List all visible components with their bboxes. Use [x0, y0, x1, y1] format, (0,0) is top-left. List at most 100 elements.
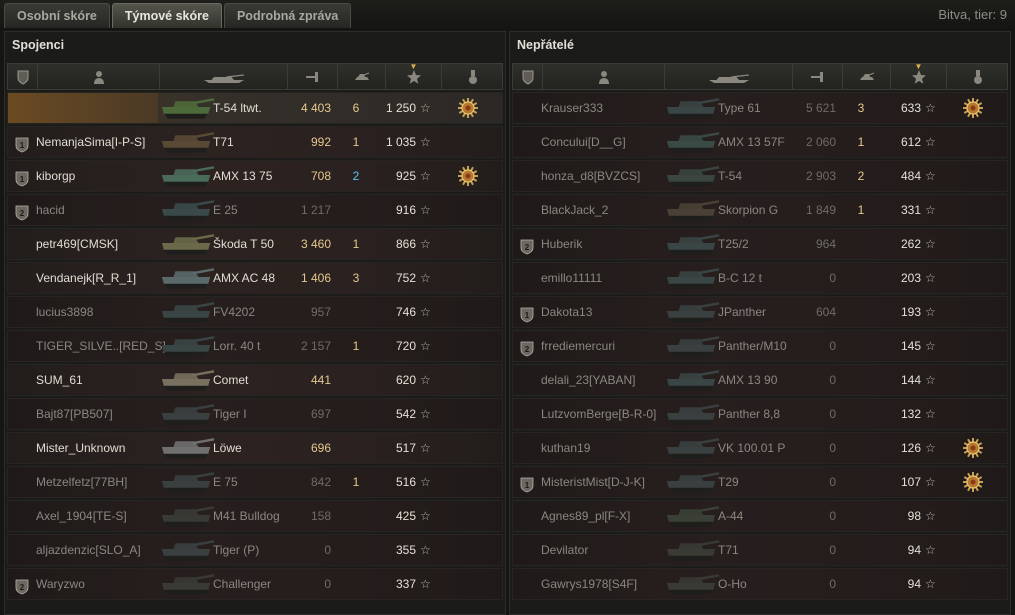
- table-row[interactable]: lucius3898 FV4202 957 746 ☆: [7, 296, 503, 328]
- tank-image: [663, 571, 721, 597]
- table-row[interactable]: kuthan19 VK 100.01 P 0 126 ☆: [512, 432, 1008, 464]
- allies-tank-header-column[interactable]: [160, 64, 288, 89]
- xp-value: 126: [900, 441, 921, 455]
- destroyed-header-icon: [354, 71, 369, 80]
- tab-team-score[interactable]: Týmové skóre: [111, 3, 222, 28]
- table-row[interactable]: 2 frrediemercuri Panther/M10 0 145 ☆: [512, 330, 1008, 362]
- table-row[interactable]: TIGER_SILVE..[RED_S] Lorr. 40 t2 157 1 720 ☆: [7, 330, 503, 362]
- table-row[interactable]: Devilator T71 0 94 ☆: [512, 534, 1008, 566]
- enemies-medal-header-column[interactable]: [947, 64, 1009, 89]
- tank-icon: [161, 438, 215, 459]
- battle-tier: Bitva, tier: 9: [938, 7, 1007, 22]
- table-row[interactable]: 1 MisteristMist[D-J-K] T29 0 107 ☆: [512, 466, 1008, 498]
- table-row[interactable]: Bajt87[PB507] Tiger I 697 542 ☆: [7, 398, 503, 430]
- tank-image: [663, 299, 721, 325]
- kills-value: 6: [352, 101, 360, 115]
- table-row[interactable]: LutzvomBerge[B-R-0] Panther 8,8 0 132 ☆: [512, 398, 1008, 430]
- vehicle-name: Skorpion G: [718, 203, 779, 217]
- squad-shield-icon: 1: [15, 137, 29, 153]
- vehicle-name: T-54: [718, 169, 743, 183]
- kills-value: [849, 263, 873, 293]
- damage-value: 2 903: [805, 169, 836, 183]
- enemies-squad-header-column[interactable]: [513, 64, 543, 89]
- allies-player-header-column[interactable]: [38, 64, 160, 89]
- medal-badge[interactable]: [456, 165, 480, 187]
- allies-damage-header-column[interactable]: [288, 64, 338, 89]
- tank-image: [663, 435, 721, 461]
- enemies-damage-header-column[interactable]: [793, 64, 843, 89]
- table-row[interactable]: 1 kiborgp AMX 13 75 708 2 925 ☆: [7, 160, 503, 192]
- squad-shield-icon: 2: [520, 239, 534, 255]
- damage-header-icon: [810, 71, 823, 82]
- tank-image: [158, 299, 216, 325]
- damage-value: 0: [829, 339, 836, 353]
- tab-bar: Osobní skóre Týmové skóre Podrobná zpráv…: [4, 3, 353, 28]
- table-row[interactable]: petr469[CMSK] Škoda T 50 3 460 1 866 ☆: [7, 228, 503, 260]
- xp-value: 145: [900, 339, 921, 353]
- table-row[interactable]: Mister_Unknown Löwe 696 517 ☆: [7, 432, 503, 464]
- allies-squad-header-column[interactable]: [8, 64, 38, 89]
- table-row[interactable]: emillo11111 B-C 12 t 0 203 ☆: [512, 262, 1008, 294]
- kills-value: [849, 229, 873, 259]
- table-row[interactable]: 2 Huberik T25/2 964 262 ☆: [512, 228, 1008, 260]
- star-icon: ☆: [420, 305, 431, 319]
- table-row[interactable]: T-54 ltwt. 4 403 6 1 250 ☆: [7, 92, 503, 124]
- medal-badge[interactable]: [961, 437, 985, 459]
- xp-value: 98: [907, 509, 921, 523]
- medal-badge[interactable]: [961, 471, 985, 493]
- tank-image: [663, 197, 721, 223]
- enemies-tank-header-column[interactable]: [665, 64, 793, 89]
- table-row[interactable]: Concului[D__G] AMX 13 57F 2 060 1 612 ☆: [512, 126, 1008, 158]
- tank-icon: [161, 506, 215, 527]
- table-row[interactable]: SUM_61 Comet 441 620 ☆: [7, 364, 503, 396]
- medal-badge[interactable]: [961, 97, 985, 119]
- vehicle-name: T71: [718, 543, 739, 557]
- enemies-player-header-column[interactable]: [543, 64, 665, 89]
- table-row[interactable]: Metzelfetz[77BH] E 75 842 1 516 ☆: [7, 466, 503, 498]
- allies-medal-header-column[interactable]: [442, 64, 504, 89]
- player-header-icon: [93, 70, 104, 84]
- tank-icon: [666, 98, 720, 119]
- enemies-xp-header-column[interactable]: ▼: [891, 62, 947, 89]
- table-row[interactable]: BlackJack_2 Skorpion G1 849 1 331 ☆: [512, 194, 1008, 226]
- tank-icon: [161, 370, 215, 391]
- allies-xp-header-column[interactable]: ▼: [386, 62, 442, 89]
- player-header-icon: [598, 70, 609, 84]
- table-row[interactable]: Vendanejk[R_R_1] AMX AC 48 1 406 3 752 ☆: [7, 262, 503, 294]
- damage-value: 957: [310, 305, 331, 319]
- xp-value: 144: [900, 373, 921, 387]
- vehicle-name: AMX 13 75: [213, 169, 273, 183]
- table-row[interactable]: 2 Waryzwo Challenger 0 337 ☆: [7, 568, 503, 600]
- xp-value: 355: [395, 543, 416, 557]
- table-row[interactable]: 1 NemanjaSima[I-P-S] T71 992 1 1 035 ☆: [7, 126, 503, 158]
- kills-value: [849, 569, 873, 599]
- squad-badge: 2: [519, 338, 535, 357]
- xp-value: 866: [395, 237, 416, 251]
- vehicle-name: Škoda T 50: [213, 237, 274, 251]
- table-row[interactable]: Krauser333 Type 61 5 621 3 633 ☆: [512, 92, 1008, 124]
- table-row[interactable]: 2 hacid E 25 1 217 916 ☆: [7, 194, 503, 226]
- enemies-destroyed-header-column[interactable]: [843, 64, 891, 89]
- allies-destroyed-header-column[interactable]: [338, 64, 386, 89]
- xp-value: 1 035: [385, 135, 416, 149]
- tab-detailed-report[interactable]: Podrobná zpráva: [223, 3, 352, 28]
- tab-personal-score[interactable]: Osobní skóre: [4, 3, 110, 28]
- table-row[interactable]: Axel_1904[TE-S] M41 Bulldog 158 425 ☆: [7, 500, 503, 532]
- table-row[interactable]: aljazdenzic[SLO_A] Tiger (P) 0 355 ☆: [7, 534, 503, 566]
- squad-shield-icon: 2: [15, 579, 29, 595]
- vehicle-name: B-C 12 t: [718, 271, 763, 285]
- table-row[interactable]: 1 Dakota13 JPanther 604 193 ☆: [512, 296, 1008, 328]
- table-row[interactable]: Agnes89_pl[F-X] A-44 0 98 ☆: [512, 500, 1008, 532]
- table-row[interactable]: Gawrys1978[S4F] O-Ho 0 94 ☆: [512, 568, 1008, 600]
- damage-value: 0: [829, 509, 836, 523]
- tank-image: [158, 503, 216, 529]
- tank-icon: [666, 268, 720, 289]
- medal-icon: [963, 472, 983, 492]
- table-row[interactable]: honza_d8[BVZCS] T-54 2 903 2 484 ☆: [512, 160, 1008, 192]
- table-row[interactable]: delali_23[YABAN] AMX 13 90 0 144 ☆: [512, 364, 1008, 396]
- medal-badge[interactable]: [456, 97, 480, 119]
- xp-value: 746: [395, 305, 416, 319]
- xp-value: 425: [395, 509, 416, 523]
- kills-value: [344, 501, 368, 531]
- damage-value: 0: [829, 373, 836, 387]
